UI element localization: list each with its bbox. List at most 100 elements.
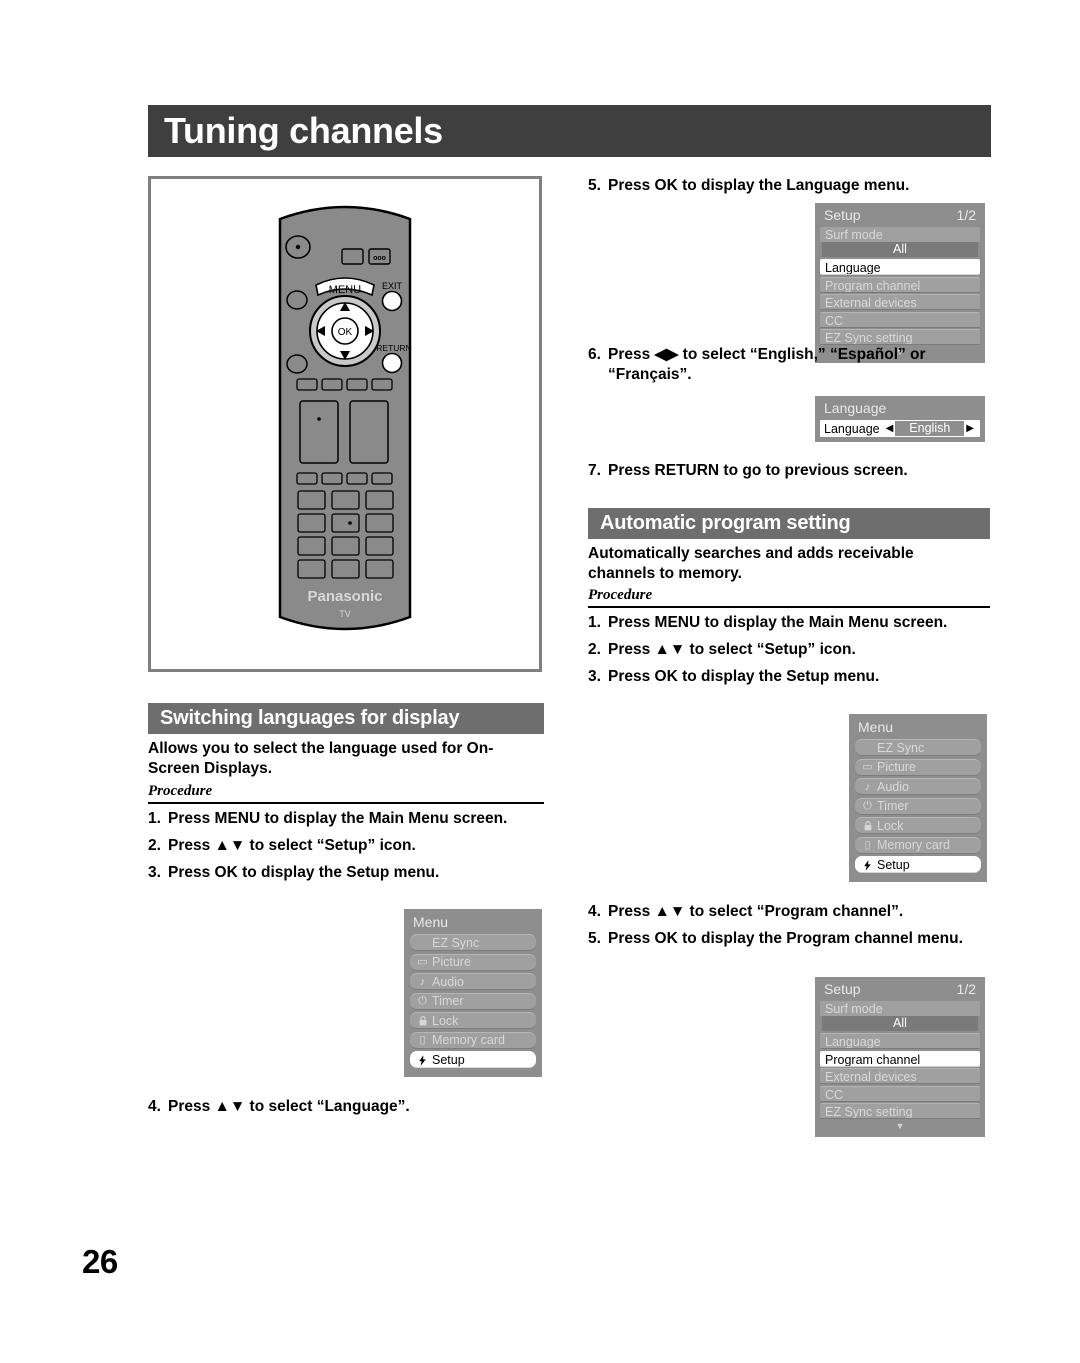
- svg-text:MENU: MENU: [329, 284, 362, 297]
- left-arrow-icon[interactable]: ◀: [884, 423, 896, 434]
- setup-item-external-devices[interactable]: External devices: [820, 294, 980, 310]
- menu-item-label: Audio: [432, 974, 464, 989]
- music-note-icon: ♪: [864, 780, 871, 793]
- language-setting-value: English: [895, 421, 965, 436]
- menu-item-picture[interactable]: ▭ Picture: [855, 758, 981, 776]
- menu-item-memory-card[interactable]: ▯ Memory card: [855, 836, 981, 854]
- setup-item-language[interactable]: Language: [820, 259, 980, 275]
- setup-surf-mode-value: All: [822, 1016, 978, 1031]
- memory-card-icon: ▯: [419, 1034, 426, 1046]
- step-number: 7.: [588, 462, 601, 479]
- step-text: Press RETURN to go to previous screen.: [608, 462, 908, 479]
- section-heading-text: Automatic program setting: [600, 512, 851, 534]
- menu-item-label: Timer: [877, 799, 909, 813]
- setup-surf-mode-label: Surf mode: [820, 227, 980, 242]
- procedure-steps-automatic-program-setting-4-5: 4. Press ▲▼ to select “Program channel”.…: [588, 902, 986, 956]
- procedure-step-switching-languages-6: 6. Press ◀▶ to select “English,” “Españo…: [588, 345, 988, 392]
- remote-illustration-frame: ooo MENU EXIT RETURN OK Panasonic TV: [148, 176, 542, 672]
- power-clock-icon: ⏻: [418, 995, 427, 1007]
- menu-item-audio[interactable]: ♪ Audio: [855, 778, 981, 795]
- menu-item-timer[interactable]: ⏻ Timer: [855, 797, 981, 815]
- menu-item-timer[interactable]: ⏻ Timer: [410, 992, 536, 1010]
- setup-item-program-channel[interactable]: Program channel: [820, 276, 980, 293]
- step-item: 4. Press ▲▼ to select “Program channel”.: [588, 902, 986, 922]
- step-item: 2. Press ▲▼ to select “Setup” icon.: [148, 836, 540, 856]
- setup-item-program-channel[interactable]: Program channel: [820, 1050, 980, 1067]
- osd-title-row: Setup 1/2: [820, 980, 980, 1001]
- osd-title: Setup: [824, 981, 861, 997]
- setup-item-ez-sync-setting[interactable]: EZ Sync setting: [820, 329, 980, 345]
- menu-item-setup[interactable]: Setup: [410, 1051, 536, 1068]
- step-item: 2. Press ▲▼ to select “Setup” icon.: [588, 640, 986, 660]
- menu-item-picture[interactable]: ▭ Picture: [410, 953, 536, 971]
- section-heading-text: Switching languages for display: [160, 707, 460, 729]
- procedure-step-switching-languages-7: 7. Press RETURN to go to previous screen…: [588, 461, 988, 488]
- tv-screen-icon: ▭: [417, 956, 428, 968]
- step-item: 6. Press ◀▶ to select “English,” “Españo…: [588, 345, 988, 385]
- step-text: Press OK to display the Language menu.: [608, 177, 910, 194]
- step-item: 3. Press OK to display the Setup menu.: [148, 863, 540, 883]
- menu-item-ez-sync[interactable]: EZ Sync: [855, 739, 981, 756]
- step-number: 1.: [588, 614, 601, 631]
- step-text: Press ◀▶ to select “English,” “Español” …: [608, 346, 926, 383]
- procedure-divider-switching-languages: Procedure: [148, 783, 544, 804]
- osd-title: Menu: [858, 719, 894, 735]
- step-item: 1. Press MENU to display the Main Menu s…: [588, 613, 986, 633]
- step-number: 3.: [148, 863, 161, 881]
- power-clock-icon: ⏻: [863, 800, 872, 812]
- osd-page-indicator: 1/2: [956, 981, 976, 997]
- setup-tool-icon: [416, 1054, 429, 1066]
- menu-item-ez-sync[interactable]: EZ Sync: [410, 934, 536, 951]
- procedure-label: Procedure: [148, 783, 544, 804]
- procedure-label: Procedure: [588, 587, 990, 608]
- menu-item-label: EZ Sync: [877, 740, 925, 755]
- osd-title: Language: [824, 400, 887, 416]
- manual-page: Tuning channels ooo MENU EXIT RETURN OK …: [0, 0, 1080, 1363]
- menu-item-setup[interactable]: Setup: [855, 856, 981, 873]
- setup-item-language[interactable]: Language: [820, 1033, 980, 1049]
- menu-item-label: Picture: [877, 760, 916, 774]
- menu-item-lock[interactable]: Lock: [410, 1012, 536, 1029]
- section-heading-switching-languages: Switching languages for display: [148, 703, 544, 734]
- menu-item-label: Lock: [432, 1013, 459, 1028]
- menu-item-memory-card[interactable]: ▯ Memory card: [410, 1031, 536, 1049]
- procedure-step-switching-languages-4: 4. Press ▲▼ to select “Language”.: [148, 1097, 540, 1124]
- language-setting-row[interactable]: Language ◀ English ▶: [820, 420, 980, 437]
- scroll-down-arrow-icon[interactable]: ▼: [820, 1121, 980, 1132]
- page-number: 26: [82, 1243, 118, 1280]
- menu-item-label: Memory card: [432, 1033, 505, 1047]
- step-item: 5. Press OK to display the Program chann…: [588, 929, 986, 949]
- step-item: 4. Press ▲▼ to select “Language”.: [148, 1097, 540, 1117]
- step-text: Press OK to display the Program channel …: [608, 929, 963, 947]
- menu-item-lock[interactable]: Lock: [855, 817, 981, 834]
- menu-item-label: Memory card: [877, 838, 950, 852]
- music-note-icon: ♪: [419, 975, 426, 988]
- right-arrow-icon[interactable]: ▶: [964, 423, 976, 434]
- step-item: 7. Press RETURN to go to previous screen…: [588, 461, 988, 481]
- step-item: 1. Press MENU to display the Main Menu s…: [148, 809, 540, 829]
- page-title-bar: Tuning channels: [148, 105, 991, 157]
- step-text: Press ▲▼ to select “Language”.: [168, 1098, 410, 1115]
- step-number: 4.: [148, 1098, 161, 1115]
- step-text: Press MENU to display the Main Menu scre…: [608, 614, 948, 631]
- step-number: 3.: [588, 667, 601, 685]
- menu-item-label: Timer: [432, 994, 464, 1008]
- setup-item-cc[interactable]: CC: [820, 311, 980, 328]
- svg-text:Panasonic: Panasonic: [307, 588, 382, 605]
- memory-card-icon: ▯: [864, 839, 871, 851]
- step-number: 4.: [588, 903, 601, 920]
- setup-item-ez-sync-setting[interactable]: EZ Sync setting: [820, 1103, 980, 1119]
- osd-main-menu-right: Menu EZ Sync ▭ Picture ♪ Audio ⏻ Timer L…: [849, 714, 987, 882]
- osd-setup-menu-program-channel-selected: Setup 1/2 Surf mode All Language Program…: [815, 977, 985, 1137]
- step-text: Press ▲▼ to select “Setup” icon.: [168, 836, 416, 854]
- menu-item-label: EZ Sync: [432, 935, 480, 950]
- menu-item-label: Lock: [877, 818, 904, 833]
- page-title: Tuning channels: [164, 110, 443, 151]
- menu-item-audio[interactable]: ♪ Audio: [410, 973, 536, 990]
- setup-item-external-devices[interactable]: External devices: [820, 1068, 980, 1084]
- setup-item-cc[interactable]: CC: [820, 1085, 980, 1102]
- section-heading-automatic-program-setting: Automatic program setting: [588, 508, 990, 539]
- setup-tool-icon: [861, 859, 874, 871]
- osd-page-indicator: 1/2: [956, 207, 976, 223]
- step-number: 2.: [588, 640, 601, 658]
